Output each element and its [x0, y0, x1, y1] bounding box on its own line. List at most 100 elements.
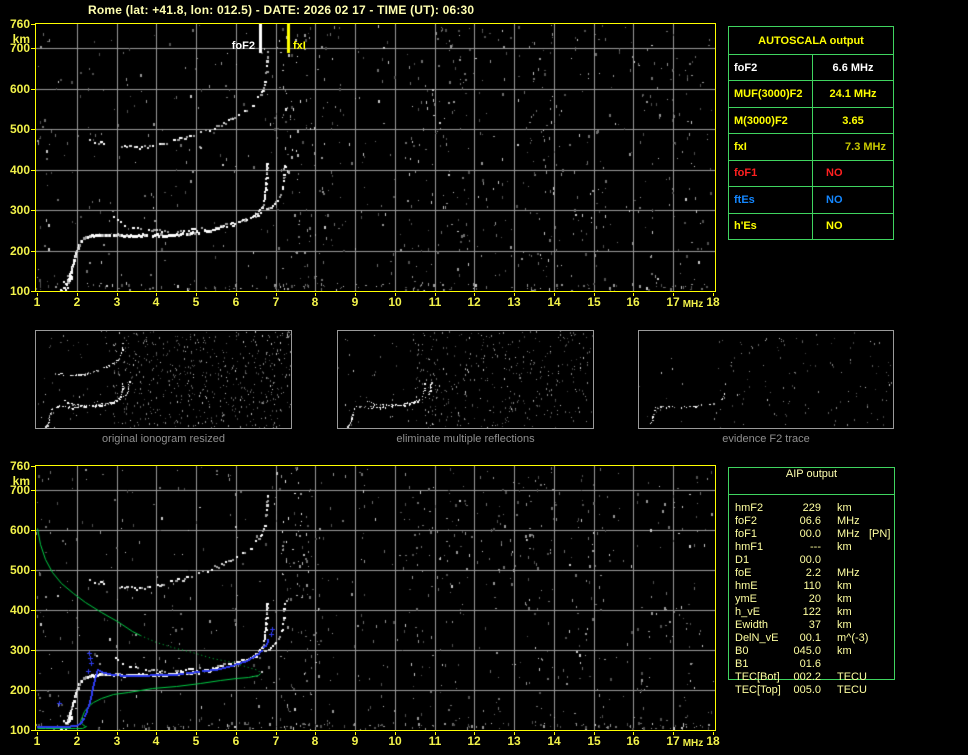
aip-row-val: 229: [802, 502, 821, 514]
aip-row: B0 045.0 km: [735, 645, 893, 658]
aip-row-lab: TEC[Top]: [735, 684, 781, 696]
top-ionogram-plot: [35, 23, 716, 292]
x-tick-label: 3: [113, 734, 121, 748]
autoscala-row-label: foF2: [729, 55, 813, 81]
x-tick-label: 9: [351, 295, 359, 309]
x-tick-mark: [633, 293, 634, 296]
aip-row-val: 01.6: [799, 658, 821, 670]
x-tick-label: 15: [587, 734, 601, 748]
aip-row-val: 002.2: [793, 671, 821, 683]
aip-row-lab: B1: [735, 658, 749, 670]
x-tick-label: 15: [587, 295, 601, 309]
autoscala-row-value: 6.6 MHz: [832, 61, 874, 74]
x-tick-label: 12: [467, 734, 481, 748]
x-tick-label: 11: [428, 734, 442, 748]
aip-table-title: AIP output: [729, 468, 894, 495]
aip-row: hmF1 --- km: [735, 541, 893, 554]
x-tick-label: 11: [428, 295, 442, 309]
y-tick-mark: [31, 210, 35, 211]
y-tick-mark: [31, 89, 35, 90]
aip-output-table: AIP output hmF2 229 km foF2 06.6 MHz foF1 00.0 M…: [728, 467, 895, 696]
aip-row: h_vE 122 km: [735, 606, 893, 619]
aip-row-lab: foE: [735, 567, 752, 579]
x-tick-mark: [156, 732, 157, 735]
aip-row-lab: foF2: [735, 515, 758, 527]
x-tick-mark: [395, 732, 396, 735]
aip-row-lab: D1: [735, 554, 750, 566]
autoscala-row-value: NO: [826, 193, 843, 206]
aip-row-lab: DelN_vE: [735, 632, 779, 644]
x-tick-mark: [435, 732, 436, 735]
y-tick-label: 760: [9, 459, 30, 473]
aip-row: B1 01.6: [735, 658, 893, 671]
x-tick-mark: [594, 732, 595, 735]
y-tick-mark: [31, 570, 35, 571]
x-tick-label: 5: [192, 734, 200, 748]
aip-row-val: 045.0: [793, 645, 821, 657]
x-tick-mark: [77, 732, 78, 735]
y-tick-label: 300: [9, 203, 30, 217]
x-tick-mark: [474, 293, 475, 296]
x-tick-label: 10: [388, 295, 402, 309]
panel-eliminate-reflections: [337, 330, 594, 429]
panel-original-ionogram: [35, 330, 292, 429]
x-tick-label: 1: [33, 734, 41, 748]
x-tick-label: 16: [626, 295, 640, 309]
aip-row-val: 122: [802, 606, 821, 618]
aip-row-un: MHz: [837, 567, 860, 579]
x-tick-label: 5: [192, 295, 200, 309]
aip-row-val: 20: [808, 593, 821, 605]
x-tick-mark: [196, 732, 197, 735]
x-tick-label: 16: [626, 734, 640, 748]
x-tick-label: 13: [507, 295, 521, 309]
aip-row-un: km: [837, 580, 852, 592]
autoscala-row-label: ftEs: [729, 187, 813, 213]
aip-row-lab: hmF2: [735, 502, 764, 514]
x-tick-label: 7: [272, 295, 280, 309]
y-tick-label: 500: [9, 563, 30, 577]
bottom-ionogram-canvas: [36, 466, 715, 730]
aip-row-lab: h_vE: [735, 606, 761, 618]
x-tick-mark: [673, 732, 674, 735]
y-tick-mark: [31, 490, 35, 491]
x-tick-mark: [554, 293, 555, 296]
aip-row: hmE 110 km: [735, 580, 893, 593]
aip-row: Ewidth 37 km: [735, 619, 893, 632]
x-tick-label: 14: [547, 734, 561, 748]
window-title: Rome (lat: +41.8, lon: 012.5) - DATE: 20…: [88, 3, 475, 17]
x-tick-mark: [196, 293, 197, 296]
x-tick-mark: [594, 293, 595, 296]
y-tick-label: 300: [9, 643, 30, 657]
x-tick-mark: [236, 293, 237, 296]
y-tick-label: 400: [9, 603, 30, 617]
panel-evidence-f2-trace-caption: evidence F2 trace: [722, 433, 810, 445]
aip-row-un: TECU: [837, 671, 867, 683]
x-tick-mark: [315, 293, 316, 296]
x-tick-label: 9: [351, 734, 359, 748]
aip-row: TEC[Bot] 002.2 TECU: [735, 671, 893, 684]
autoscala-row-value: NO: [826, 167, 843, 180]
aip-row-val: 00.1: [799, 632, 821, 644]
y-tick-label: 600: [9, 82, 30, 96]
autoscala-row: foF1 NO: [729, 159, 893, 187]
x-tick-mark: [554, 732, 555, 735]
aip-row: foF1 00.0 MHz [PN]: [735, 528, 893, 541]
autoscala-row-value: NO: [826, 220, 843, 233]
x-tick-mark: [355, 732, 356, 735]
y-tick-label: 760: [9, 17, 30, 31]
y-tick-mark: [31, 610, 35, 611]
y-tick-label: 400: [9, 163, 30, 177]
autoscala-row: MUF(3000)F2 24.1 MHz: [729, 80, 893, 107]
x-tick-mark: [276, 732, 277, 735]
x-tick-label: 14: [547, 295, 561, 309]
panel-original-ionogram-canvas: [36, 331, 291, 428]
autoscala-row: foF2 6.6 MHz: [729, 54, 893, 81]
aip-row-un: TECU: [837, 684, 867, 696]
aip-row-un: km: [837, 502, 852, 514]
x-axis-unit-label: MHz: [682, 738, 704, 749]
autoscala-row: M(3000)F2 3.65: [729, 106, 893, 134]
y-axis-unit-label: km: [12, 32, 30, 46]
panel-evidence-f2-trace-canvas: [639, 331, 893, 428]
x-tick-mark: [633, 732, 634, 735]
x-tick-mark: [713, 732, 714, 735]
